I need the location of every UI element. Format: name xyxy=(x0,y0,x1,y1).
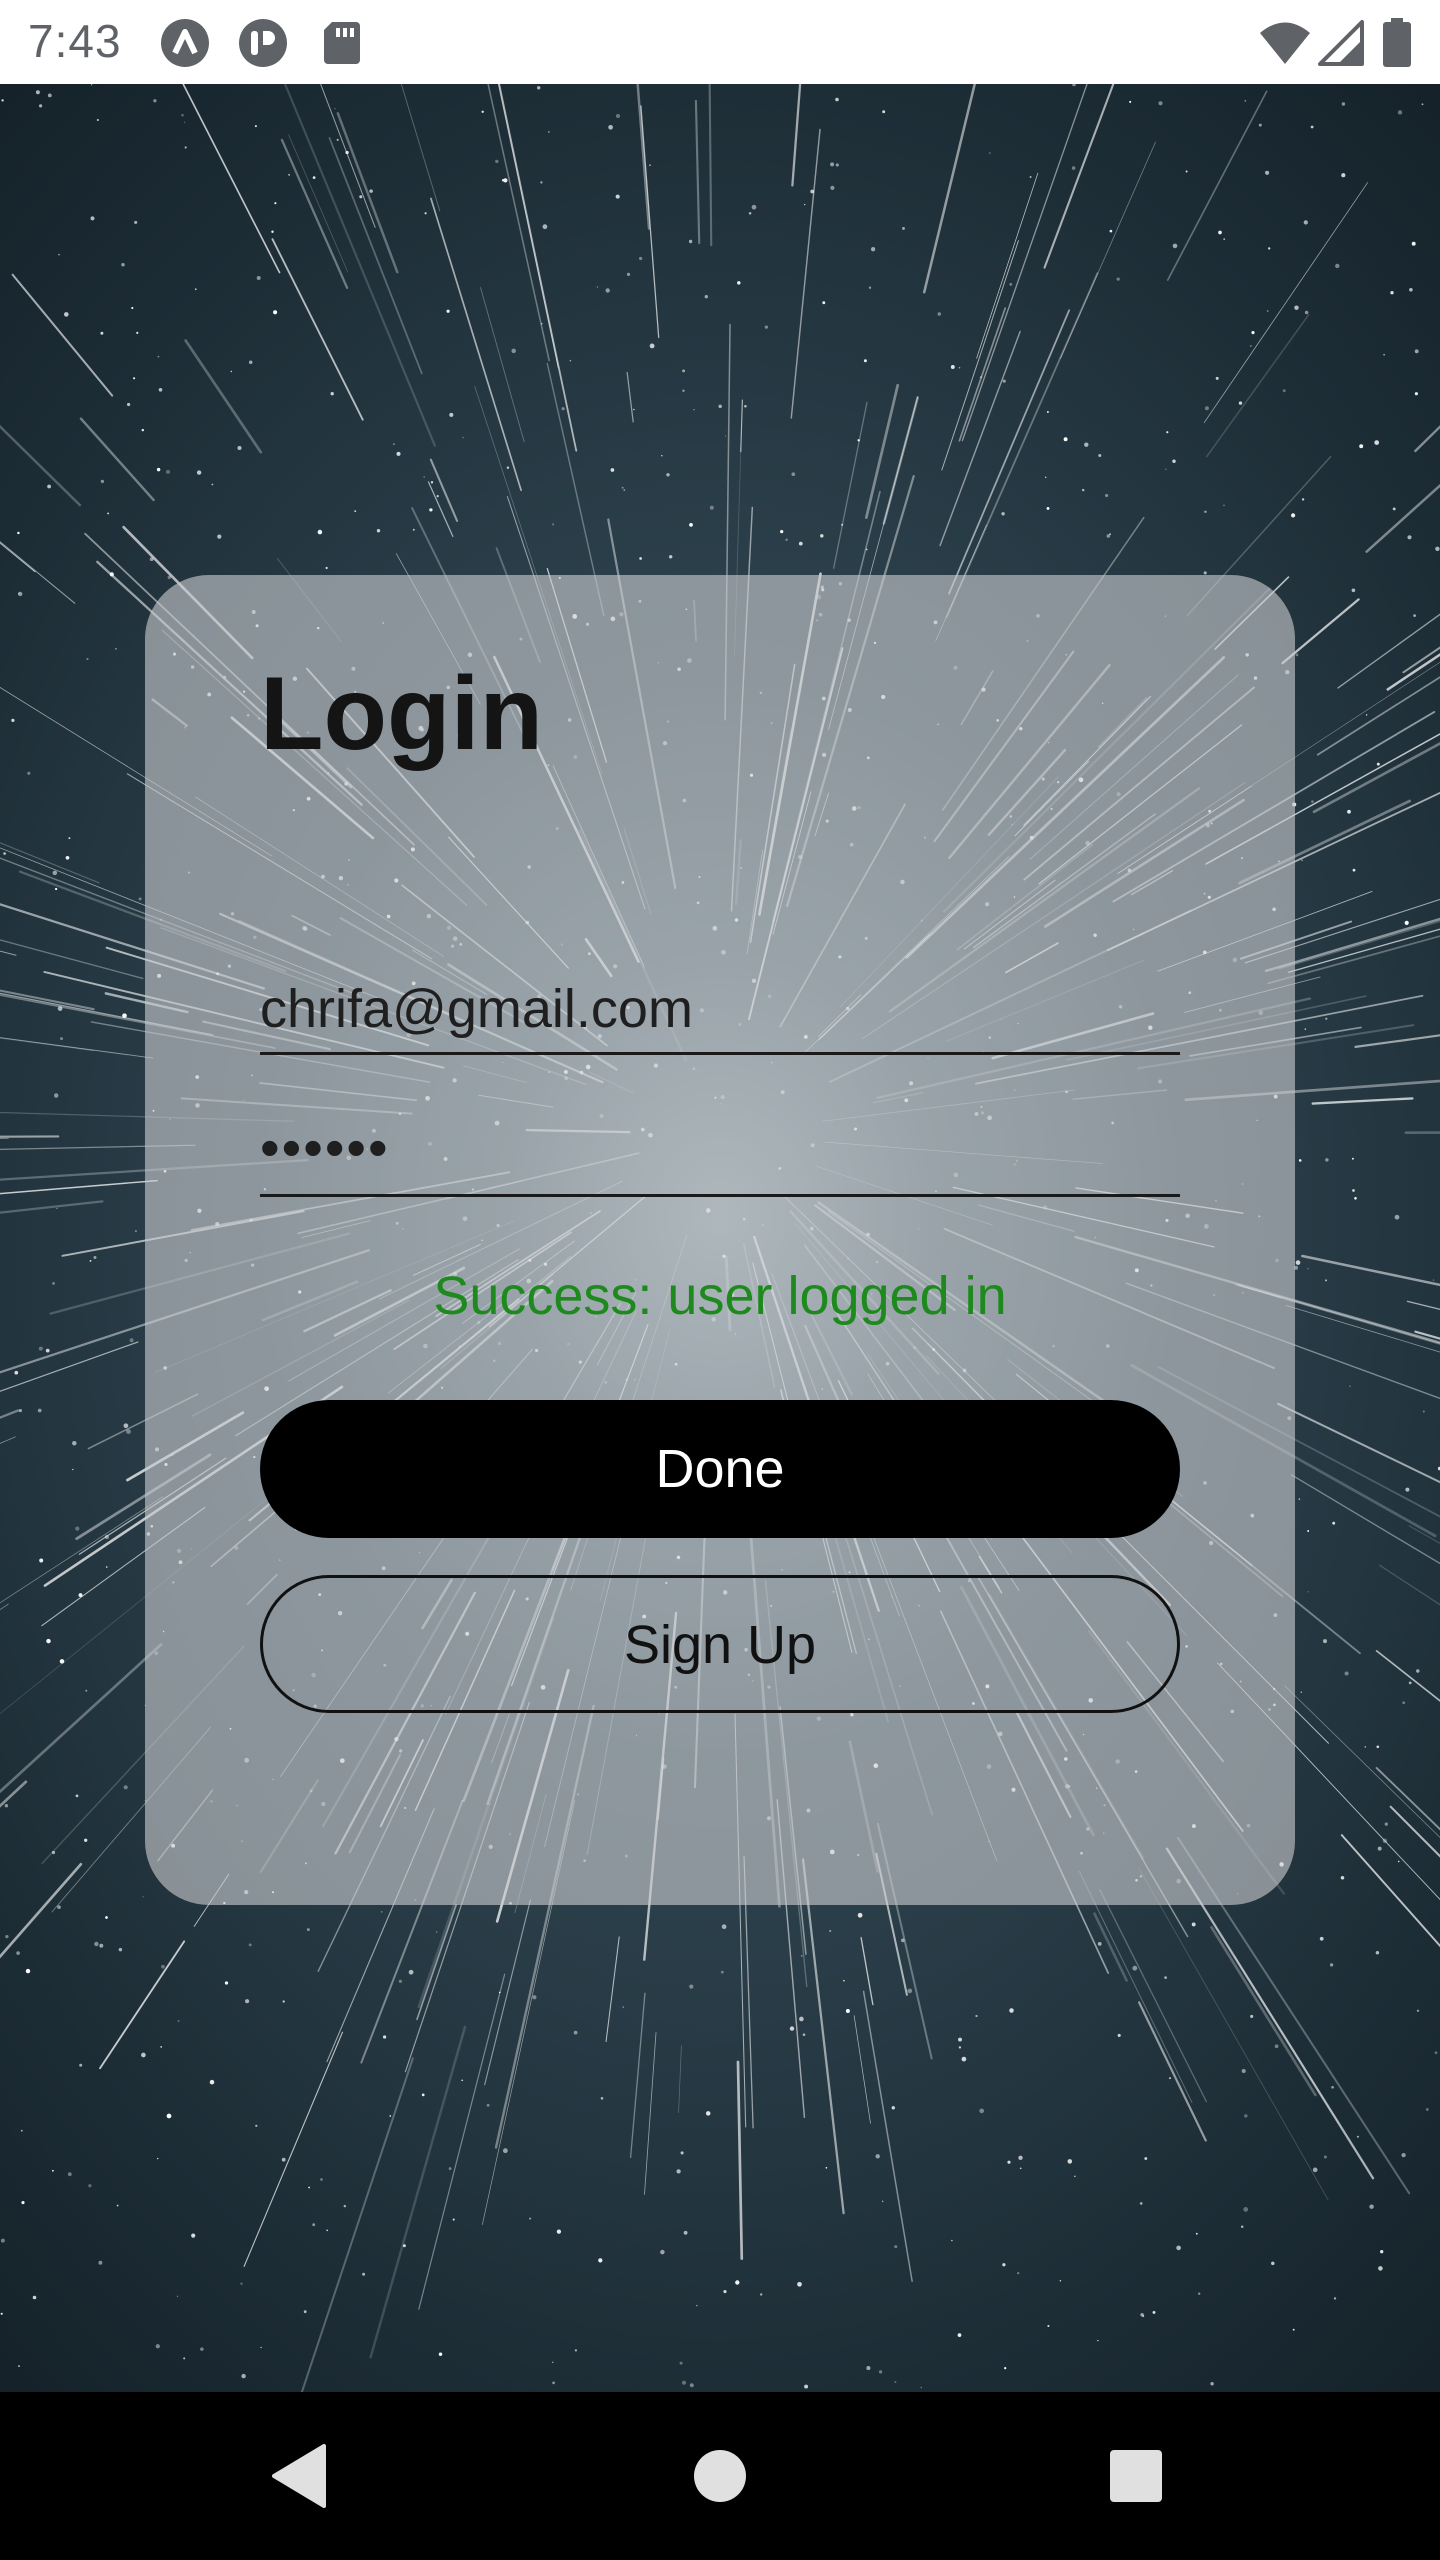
email-field[interactable]: chrifa@gmail.com xyxy=(260,970,1180,1055)
sd-card-icon xyxy=(324,22,360,64)
sign-up-button[interactable]: Sign Up xyxy=(260,1575,1180,1713)
home-icon[interactable] xyxy=(680,2436,760,2516)
status-message: Success: user logged in xyxy=(433,1266,1007,1326)
email-value: chrifa@gmail.com xyxy=(260,979,693,1039)
status-time: 7:43 xyxy=(28,15,122,67)
app-a-icon xyxy=(161,19,209,67)
app-c-icon xyxy=(239,19,287,67)
navigation-bar xyxy=(0,2392,1440,2560)
back-icon[interactable] xyxy=(262,2436,342,2516)
password-value: •••••• xyxy=(260,1116,390,1179)
status-bar: 7:43 xyxy=(0,0,1440,84)
page-title: Login xyxy=(260,656,544,772)
wifi-icon xyxy=(1260,22,1310,64)
done-button[interactable]: Done xyxy=(260,1400,1180,1538)
password-field[interactable]: •••••• xyxy=(260,1115,1180,1197)
signal-icon xyxy=(1318,20,1364,66)
recents-icon[interactable] xyxy=(1096,2436,1176,2516)
screen: 7:43 Login chrifa@gmail.com •••••• Succe… xyxy=(0,0,1440,2560)
login-card: Login chrifa@gmail.com •••••• Success: u… xyxy=(145,575,1295,1905)
battery-icon xyxy=(1383,18,1411,67)
